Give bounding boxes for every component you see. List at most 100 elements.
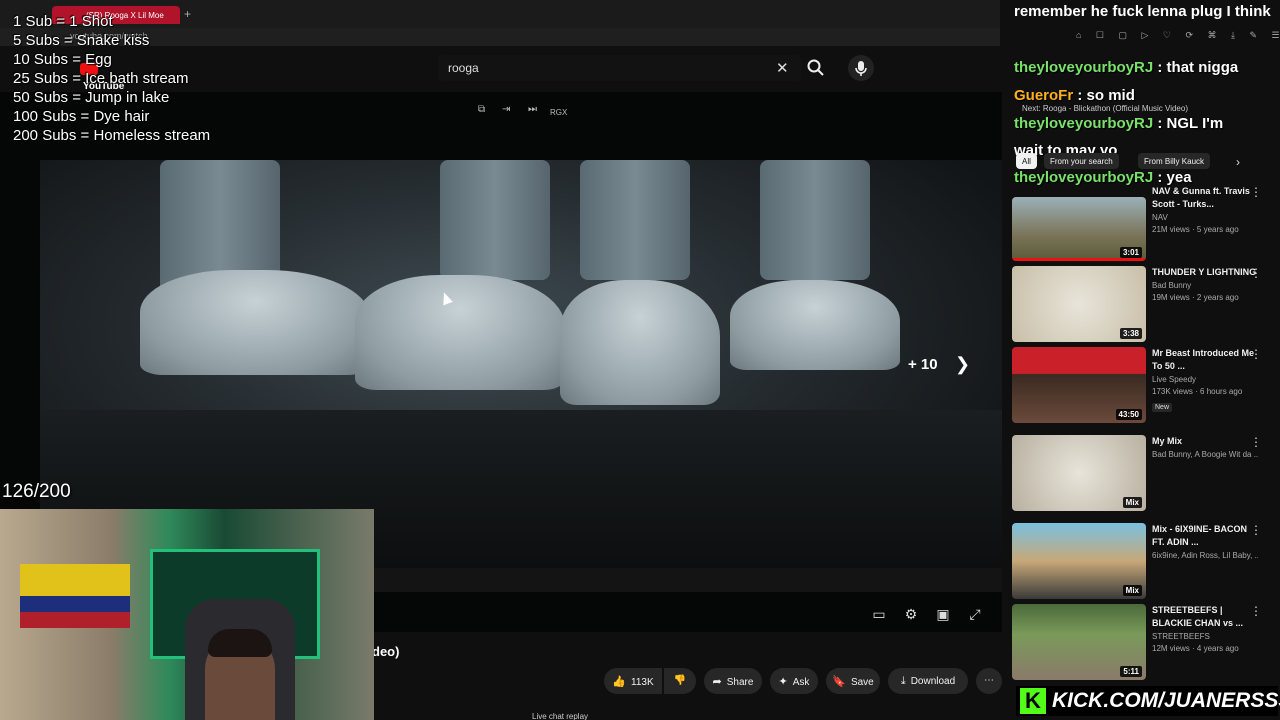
ask-button[interactable]: ✦ Ask xyxy=(770,668,818,694)
like-button[interactable]: 👍 113K xyxy=(604,668,662,694)
voice-search-button[interactable] xyxy=(848,55,874,81)
more-vertical-icon[interactable]: ⋮ xyxy=(1250,266,1262,280)
sub-goal: 5 Subs = Snake kiss xyxy=(13,32,150,49)
chip-from-channel[interactable]: From Billy Kauck xyxy=(1138,153,1211,169)
search-button[interactable] xyxy=(806,58,826,78)
sub-goal: 25 Subs = Ice bath stream xyxy=(13,70,189,87)
screen: (SR) Rooga X Lil Moe + youtube.com/watch… xyxy=(0,0,1280,720)
video-shoe xyxy=(730,280,900,370)
more-vertical-icon[interactable]: ⋮ xyxy=(1250,347,1262,361)
more-vertical-icon[interactable]: ⋮ xyxy=(1250,604,1262,618)
streamer-hair xyxy=(208,629,272,657)
flag-stripe-yellow xyxy=(20,564,130,596)
webcam-feed xyxy=(0,509,374,720)
recommendation-item[interactable]: 43:50 Mr Beast Introduced Me To 50 ... L… xyxy=(1012,347,1274,429)
kick-banner: K KICK.COM/JUANERSSS xyxy=(1016,686,1280,716)
more-horizontal-icon: ⋯ xyxy=(984,675,994,686)
browser-extension-icons[interactable]: ⌂ ☐ ▢ ▷ ♡ ⟳ ⌘ ⤓ ✎ ☰ xyxy=(1076,30,1280,41)
thumbnail[interactable]: Mix xyxy=(1012,435,1146,511)
popout-icon[interactable]: ⧉ xyxy=(478,104,485,115)
chat-messages: theyloveyourboyRJ : that nigga GueroFr :… xyxy=(1014,54,1238,192)
video-shoe xyxy=(560,280,720,405)
next-up-label: Next: Rooga - Blickathon (Official Music… xyxy=(1022,104,1188,113)
chat-message: theyloveyourboyRJ : that nigga xyxy=(1014,54,1238,82)
channel-name[interactable]: 6ix9ine, Adin Ross, Lil Baby, ... xyxy=(1152,551,1258,560)
sub-goal: 50 Subs = Jump in lake xyxy=(13,89,170,106)
skip-icon[interactable]: ⏭ xyxy=(528,104,537,115)
search-input[interactable]: rooga xyxy=(448,61,479,75)
recommendation-title[interactable]: My Mix xyxy=(1152,435,1258,448)
thumbnail[interactable]: 43:50 xyxy=(1012,347,1146,423)
video-meta: 173K views · 6 hours ago xyxy=(1152,387,1243,396)
watch-progress xyxy=(1012,258,1146,261)
player-controls: ▭ ⚙ ▣ ⤢ xyxy=(860,606,990,626)
sub-goal: 1 Sub = 1 Shot xyxy=(13,13,113,30)
recommendation-title[interactable]: THUNDER Y LIGHTNING xyxy=(1152,266,1258,279)
recommendation-item[interactable]: Mix Mix - 6IX9INE- BACON FT. ADIN ... 6i… xyxy=(1012,523,1274,605)
sparkle-icon: ✦ xyxy=(778,676,788,688)
channel-name[interactable]: NAV xyxy=(1152,213,1258,222)
recommendation-title[interactable]: STREETBEEFS | BLACKIE CHAN vs ... xyxy=(1152,604,1258,630)
rgx-button[interactable]: RGX xyxy=(550,108,567,117)
channel-name[interactable]: Bad Bunny xyxy=(1152,281,1258,290)
more-vertical-icon[interactable]: ⋮ xyxy=(1250,523,1262,537)
subtitles-icon[interactable]: ▭ xyxy=(870,606,888,624)
video-meta: 12M views · 4 years ago xyxy=(1152,644,1239,653)
thumbnail[interactable]: 5:11 xyxy=(1012,604,1146,680)
settings-gear-icon[interactable]: ⚙ xyxy=(902,606,920,624)
channel-name[interactable]: STREETBEEFS xyxy=(1152,632,1258,641)
save-button[interactable]: 🔖 Save xyxy=(826,668,880,694)
recommendation-info: Mr Beast Introduced Me To 50 ... Live Sp… xyxy=(1152,347,1258,414)
channel-name[interactable]: Bad Bunny, A Boogie Wit da ... xyxy=(1152,450,1258,459)
fullscreen-icon[interactable]: ⤢ xyxy=(966,606,984,624)
kick-handle: KICK.COM/JUANERSSS xyxy=(1052,689,1280,712)
dislike-button[interactable]: 👎 xyxy=(664,668,696,694)
recommendation-title[interactable]: Mr Beast Introduced Me To 50 ... xyxy=(1152,347,1258,373)
recommendation-item[interactable]: 3:01 NAV & Gunna ft. Travis Scott - Turk… xyxy=(1012,185,1274,267)
chevron-right-icon[interactable]: ❯ xyxy=(955,354,970,375)
more-vertical-icon[interactable]: ⋮ xyxy=(1250,185,1262,199)
video-leg xyxy=(580,160,690,280)
video-leg xyxy=(760,160,870,280)
duration-badge: 3:01 xyxy=(1119,247,1142,258)
thumbs-down-icon: 👎 xyxy=(673,675,687,686)
duration-badge: Mix xyxy=(1122,585,1142,596)
recommendation-item[interactable]: Mix My Mix Bad Bunny, A Boogie Wit da ..… xyxy=(1012,435,1274,517)
recommendation-title[interactable]: Mix - 6IX9INE- BACON FT. ADIN ... xyxy=(1152,523,1258,549)
recommendation-item[interactable]: 3:38 THUNDER Y LIGHTNING Bad Bunny 19M v… xyxy=(1012,266,1274,348)
next-count-label[interactable]: + 10 xyxy=(908,356,938,373)
chip-all[interactable]: All xyxy=(1016,153,1037,169)
live-chat-replay-label[interactable]: Live chat replay xyxy=(532,712,588,720)
duration-badge: 5:11 xyxy=(1120,666,1142,677)
sub-goal: 100 Subs = Dye hair xyxy=(13,108,150,125)
recommendation-item[interactable]: 5:11 STREETBEEFS | BLACKIE CHAN vs ... S… xyxy=(1012,604,1274,686)
more-vertical-icon[interactable]: ⋮ xyxy=(1250,435,1262,449)
thumbnail[interactable]: 3:01 xyxy=(1012,197,1146,261)
chat-username: theyloveyourboyRJ xyxy=(1014,169,1154,186)
chat-message-text: : so mid xyxy=(1077,87,1135,104)
search-box[interactable]: rooga ✕ xyxy=(438,55,801,81)
channel-name[interactable]: Live Speedy xyxy=(1152,375,1258,384)
chat-message-text: : that nigga xyxy=(1157,59,1239,76)
flag-stripe-red xyxy=(20,612,130,628)
enter-icon[interactable]: ⇥ xyxy=(502,104,510,115)
share-button[interactable]: ➦ Share xyxy=(704,668,762,694)
close-icon[interactable]: ✕ xyxy=(776,59,789,77)
more-actions-button[interactable]: ⋯ xyxy=(976,668,1002,694)
chat-message-text: : yea xyxy=(1157,169,1192,186)
recommendation-title[interactable]: NAV & Gunna ft. Travis Scott - Turks... xyxy=(1152,185,1258,211)
sub-counter: 126/200 xyxy=(2,481,71,502)
chevron-right-icon[interactable]: › xyxy=(1236,155,1240,169)
kick-logo-icon: K xyxy=(1020,688,1046,714)
thumbnail[interactable]: Mix xyxy=(1012,523,1146,599)
recommendation-info: My Mix Bad Bunny, A Boogie Wit da ... xyxy=(1152,435,1258,459)
thumbs-up-icon: 👍 xyxy=(612,676,627,688)
theater-mode-icon[interactable]: ▣ xyxy=(934,606,952,624)
share-icon: ➦ xyxy=(712,676,722,688)
chip-from-your-search[interactable]: From your search xyxy=(1044,153,1119,169)
duration-badge: Mix xyxy=(1122,497,1142,508)
download-button[interactable]: ⤓ Download xyxy=(888,668,968,694)
thumbnail[interactable]: 3:38 xyxy=(1012,266,1146,342)
sub-goal: 200 Subs = Homeless stream xyxy=(13,127,211,144)
video-title: deo) xyxy=(372,644,400,659)
